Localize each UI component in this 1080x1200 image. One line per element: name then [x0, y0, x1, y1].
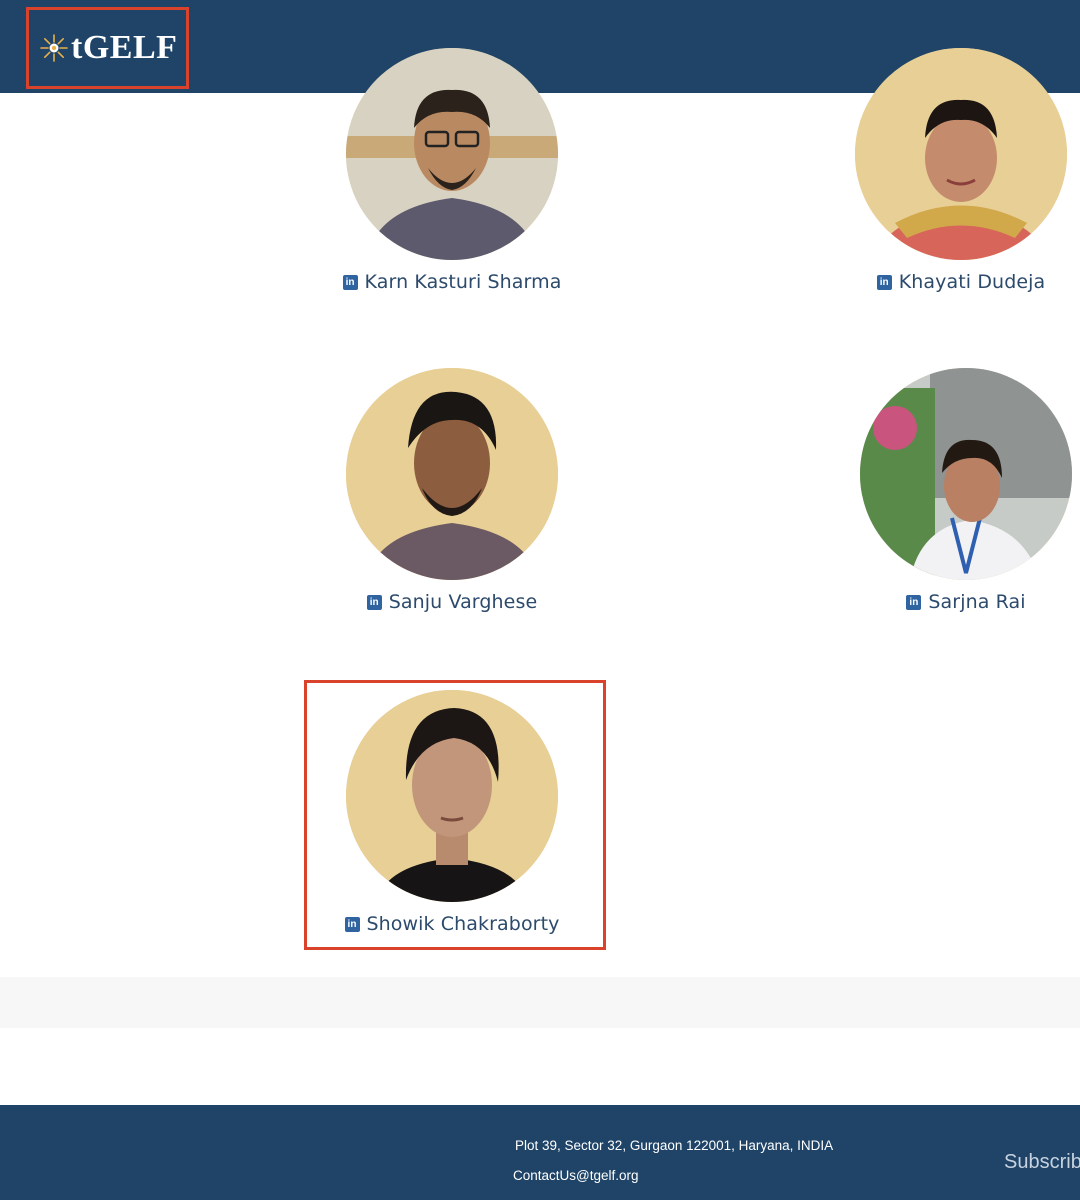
member-name: Khayati Dudeja	[898, 271, 1046, 293]
member-photo	[346, 48, 558, 260]
person-portrait-icon	[346, 690, 558, 902]
member-name-row: in Khayati Dudeja	[876, 271, 1046, 293]
team-member-card: in Khayati Dudeja	[831, 48, 1080, 293]
linkedin-icon[interactable]: in	[342, 274, 358, 290]
linkedin-icon[interactable]: in	[876, 274, 892, 290]
linkedin-icon[interactable]: in	[906, 594, 922, 610]
member-name-row: in Sanju Varghese	[366, 591, 538, 613]
member-name: Sarjna Rai	[928, 591, 1026, 613]
member-photo	[346, 690, 558, 902]
linkedin-icon[interactable]: in	[366, 594, 382, 610]
footer-email-link[interactable]: ContactUs@tgelf.org	[513, 1168, 639, 1183]
logo-text: tGELF	[71, 29, 178, 66]
person-portrait-icon	[346, 368, 558, 580]
person-portrait-icon	[855, 48, 1067, 260]
member-photo	[346, 368, 558, 580]
member-name: Sanju Varghese	[388, 591, 538, 613]
sun-star-icon	[40, 34, 68, 62]
member-photo	[855, 48, 1067, 260]
person-portrait-icon	[346, 48, 558, 260]
footer-address: Plot 39, Sector 32, Gurgaon 122001, Hary…	[515, 1138, 834, 1153]
team-member-card: in Showik Chakraborty	[322, 690, 582, 935]
member-photo	[860, 368, 1072, 580]
person-portrait-icon	[860, 368, 1072, 580]
team-member-card: in Karn Kasturi Sharma	[322, 48, 582, 293]
member-name: Karn Kasturi Sharma	[364, 271, 562, 293]
subscribe-link[interactable]: Subscrib	[1004, 1151, 1080, 1174]
section-divider	[0, 977, 1080, 1028]
site-logo[interactable]: tGELF	[26, 7, 189, 89]
member-name: Showik Chakraborty	[366, 913, 560, 935]
member-name-row: in Sarjna Rai	[906, 591, 1026, 613]
linkedin-icon[interactable]: in	[344, 916, 360, 932]
member-name-row: in Showik Chakraborty	[344, 913, 560, 935]
team-member-card: in Sanju Varghese	[322, 368, 582, 613]
team-member-card: in Sarjna Rai	[836, 368, 1080, 613]
member-name-row: in Karn Kasturi Sharma	[342, 271, 562, 293]
